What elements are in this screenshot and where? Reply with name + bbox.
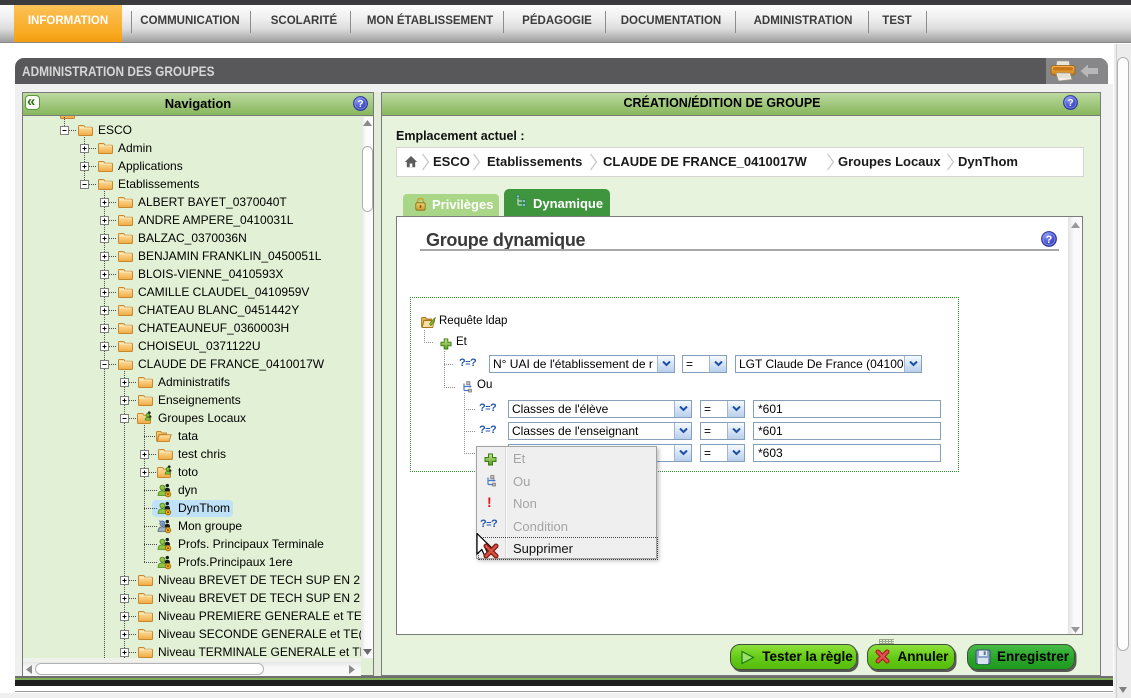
svg-text:?: ?	[357, 99, 363, 110]
svg-text:?: ?	[1046, 234, 1053, 246]
svg-text:?: ?	[1067, 98, 1073, 109]
